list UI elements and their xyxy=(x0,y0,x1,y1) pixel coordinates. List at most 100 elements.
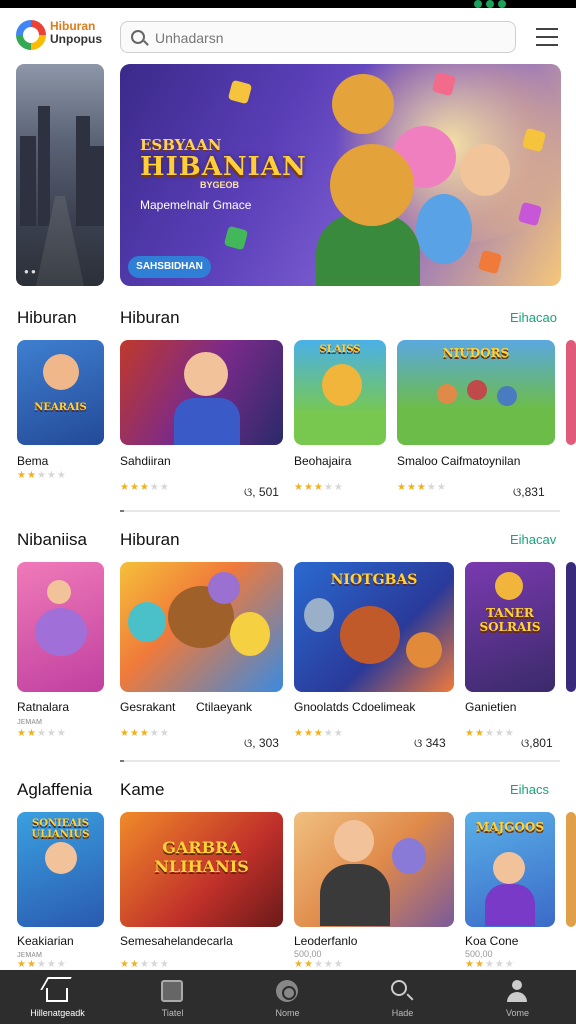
nav-item-tablet[interactable]: Tiatel xyxy=(115,970,230,1024)
logo-line-2: Unpopus xyxy=(50,32,102,46)
section-subtitle: Hiburan xyxy=(120,530,180,549)
game-thumbnail: SLAISS xyxy=(294,340,386,445)
horizontal-scrollbar[interactable] xyxy=(120,510,560,512)
game-thumbnail: SONIEAIS ULIANIUS xyxy=(17,812,104,927)
game-subtitle: ᴊᴇᴍᴀᴍ xyxy=(17,949,43,959)
hero-banner[interactable]: ESBYAAN HIBANIAN BYGEOB Mapemelnalr Gmac… xyxy=(120,64,561,286)
thumb-title: SONIEAIS ULIANIUS xyxy=(31,818,90,840)
game-thumbnail: TANER SOLRAIS xyxy=(465,562,555,692)
status-bar xyxy=(0,0,576,8)
app-logo-text[interactable]: Hiburan Unpopus xyxy=(50,20,112,46)
game-title: Beohajaira xyxy=(294,454,352,468)
thumb-title: TANER SOLRAIS xyxy=(479,606,541,634)
hero-character xyxy=(416,194,472,264)
hero-title: HIBANIAN xyxy=(140,152,307,182)
section-subtitle: Hiburan xyxy=(120,308,180,327)
section-title: Hiburan xyxy=(17,308,77,327)
rating-stars: ★★★★★ xyxy=(17,959,67,970)
carousel-dots: ● ● xyxy=(24,267,36,276)
nav-label: Hillenatgeadk xyxy=(30,1008,85,1018)
search-input[interactable]: Unhadarsn xyxy=(120,21,516,53)
status-indicator-icon xyxy=(498,0,506,8)
game-thumbnail xyxy=(566,340,576,445)
see-more-link[interactable]: Eihacao xyxy=(510,310,557,325)
section-1: Hiburan Hiburan Eihacao NEARAIS Bema ★★★… xyxy=(0,300,576,515)
rating-stars: ★★★★★ xyxy=(397,482,447,493)
hero-banner-side[interactable]: ● ● xyxy=(16,64,104,286)
nav-label: Vome xyxy=(505,1008,529,1018)
game-title: Smaloo Caifmatoynilan xyxy=(397,454,521,468)
nav-label: Hade xyxy=(391,1008,414,1018)
game-title: Gnoolatds Cdoelimeak xyxy=(294,700,416,714)
app-logo-icon[interactable] xyxy=(16,20,46,50)
game-price: ଓ, 303 xyxy=(244,736,279,750)
game-title: Keakiarian xyxy=(17,934,74,948)
game-thumbnail xyxy=(120,562,283,692)
horizontal-scrollbar[interactable] xyxy=(120,760,560,762)
hero-cta-button[interactable]: SAHSBIDHAN xyxy=(128,256,211,278)
nav-label: Tiatel xyxy=(161,1008,184,1018)
game-title: Ctilaeyank xyxy=(196,700,253,714)
game-title: Leoderfanlo xyxy=(294,934,358,948)
game-price: ଓ,801 xyxy=(521,736,553,750)
user-icon xyxy=(506,980,528,1002)
rating-stars: ★★★★★ xyxy=(17,470,67,481)
see-more-link[interactable]: Eihacs xyxy=(510,782,549,797)
home-icon xyxy=(46,988,68,1002)
hero-subtitle: Mapemelnalr Gmace xyxy=(140,198,252,212)
thumb-title: SLAISS xyxy=(319,344,361,355)
nav-item-home[interactable]: Hillenatgeadk xyxy=(0,970,115,1024)
game-thumbnail: NIOTGBAS xyxy=(294,562,454,692)
rating-stars: ★★★★★ xyxy=(120,482,170,493)
section-2: Nibaniisa Hiburan Eihacav Ratnalara ᴊᴇᴍᴀ… xyxy=(0,522,576,762)
game-thumbnail: NIUDORS xyxy=(397,340,555,445)
game-title: Koa Cone xyxy=(465,934,519,948)
rating-stars: ★★★★★ xyxy=(294,482,344,493)
nav-item-search[interactable]: Hade xyxy=(345,970,460,1024)
rating-stars: ★★★★★ xyxy=(465,728,515,739)
section-3: Aglaffenia Kame Eihacs SONIEAIS ULIANIUS… xyxy=(0,772,576,970)
rating-stars: ★★★★★ xyxy=(465,959,515,970)
game-thumbnail: NEARAIS xyxy=(17,340,104,445)
see-more-link[interactable]: Eihacav xyxy=(510,532,556,547)
game-subtitle: 500,00 xyxy=(294,949,322,959)
thumb-title: NIOTGBAS xyxy=(330,572,418,588)
thumb-title: GARBRA NLIHANIS xyxy=(154,838,249,876)
game-thumbnail xyxy=(566,562,576,692)
section-title: Nibaniisa xyxy=(17,530,87,549)
hero-title-tag: BYGEOB xyxy=(200,180,240,190)
game-thumbnail: GARBRA NLIHANIS xyxy=(120,812,283,927)
rating-stars: ★★★★★ xyxy=(294,959,344,970)
nav-label: Nome xyxy=(275,1008,300,1018)
nav-item-profile[interactable]: Vome xyxy=(460,970,575,1024)
status-indicator-icon xyxy=(486,0,494,8)
game-thumbnail xyxy=(566,812,576,927)
game-thumbnail xyxy=(120,340,283,445)
nav-item-games[interactable]: Nome xyxy=(230,970,345,1024)
thumb-title: NIUDORS xyxy=(442,346,510,360)
game-thumbnail xyxy=(294,812,454,927)
game-title: Ratnalara xyxy=(17,700,70,714)
game-subtitle: ᴊᴇᴍᴀᴍ xyxy=(17,716,43,726)
game-price: ଓ 343 xyxy=(414,736,446,750)
rating-stars: ★★★★★ xyxy=(120,959,170,970)
search-icon xyxy=(131,30,145,44)
hero-character xyxy=(330,144,414,226)
game-title: Semesahelandecarla xyxy=(120,934,233,948)
thumb-title: MAJGOOS xyxy=(475,820,545,834)
section-title: Aglaffenia xyxy=(17,780,93,799)
status-indicator-icon xyxy=(474,0,482,8)
search-placeholder: Unhadarsn xyxy=(155,30,224,46)
section-subtitle: Kame xyxy=(120,780,165,799)
hamburger-menu-icon[interactable] xyxy=(536,28,558,46)
game-price: ଓ,831 xyxy=(513,485,545,499)
game-price: ଓ, 501 xyxy=(244,485,279,499)
hero-character xyxy=(332,74,394,134)
rating-stars: ★★★★★ xyxy=(120,728,170,739)
game-subtitle: 500,00 xyxy=(465,949,493,959)
tablet-icon xyxy=(161,980,183,1002)
game-title: Ganietien xyxy=(465,700,517,714)
game-title: Sahdiiran xyxy=(120,454,171,468)
app-header: Hiburan Unpopus Unhadarsn xyxy=(0,8,576,64)
game-title: Gesrakant xyxy=(120,700,176,714)
